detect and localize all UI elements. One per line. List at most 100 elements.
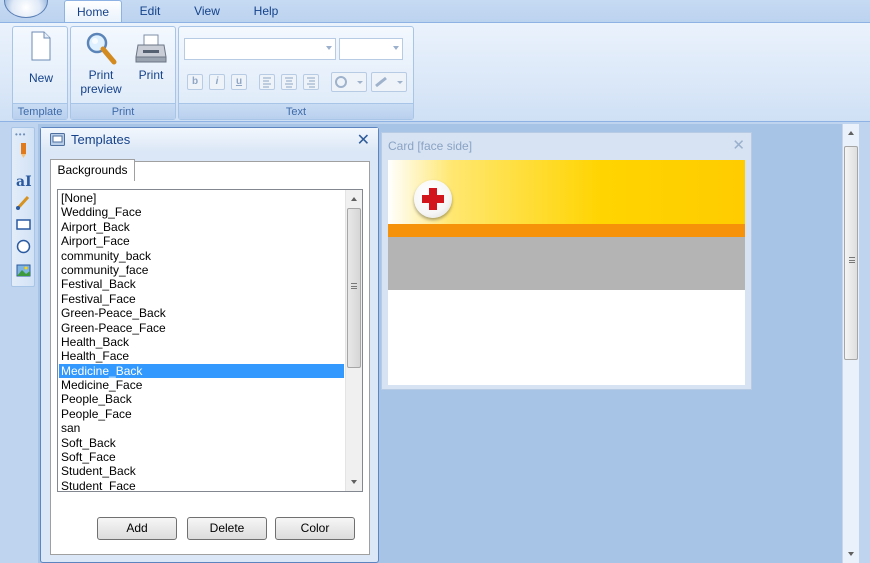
font-size-combo[interactable] (339, 38, 403, 60)
bold-button[interactable]: b (187, 74, 203, 90)
tab-edit[interactable]: Edit (128, 0, 172, 22)
svg-text:aI: aI (16, 174, 32, 189)
group-label-print: Print (71, 103, 175, 119)
close-icon[interactable]: ✕ (732, 136, 745, 154)
tab-help[interactable]: Help (244, 0, 288, 22)
printer-icon (135, 34, 167, 63)
font-color-icon (335, 76, 363, 88)
scroll-thumb[interactable] (347, 208, 361, 368)
scroll-up-button[interactable] (843, 124, 859, 142)
image-tool-icon[interactable] (15, 262, 32, 279)
list-item[interactable]: People_Back (59, 392, 344, 406)
new-button[interactable]: New (21, 31, 61, 85)
pencil-tool-icon[interactable] (15, 142, 32, 159)
align-right-icon (307, 77, 315, 88)
arrow-down-icon (848, 552, 854, 556)
list-item[interactable]: Medicine_Back (59, 363, 344, 379)
templates-panel: Templates ✕ Backgrounds [None] Wedding_Fa… (40, 127, 379, 563)
chevron-down-icon (393, 46, 399, 50)
list-item[interactable]: Festival_Back (59, 277, 344, 291)
print-button[interactable]: Print (129, 31, 173, 82)
ribbon-group-print: Print preview Print Print (70, 26, 176, 120)
close-icon[interactable]: ✕ (357, 130, 370, 150)
scroll-down-button[interactable] (843, 545, 859, 563)
card-preview[interactable] (388, 160, 745, 385)
grip-icon (351, 283, 357, 289)
workspace-scrollbar[interactable] (842, 124, 859, 563)
color-button[interactable]: Color (275, 517, 355, 540)
align-left-button[interactable] (259, 74, 275, 90)
print-preview-button[interactable]: Print preview (75, 31, 127, 96)
backgrounds-list-items: [None] Wedding_Face Airport_Back Airport_Fa… (59, 191, 344, 491)
fill-color-dropdown[interactable] (371, 72, 407, 92)
line-tool-icon[interactable] (15, 194, 32, 211)
tab-home[interactable]: Home (64, 0, 122, 22)
scroll-up-button[interactable] (346, 190, 362, 207)
list-item[interactable]: Student_Back (59, 464, 344, 478)
list-item[interactable]: Green-Peace_Face (59, 321, 344, 335)
grip-icon (849, 257, 855, 263)
arrow-down-icon (351, 480, 357, 484)
templates-panel-title: Templates (71, 132, 131, 147)
align-center-button[interactable] (281, 74, 297, 90)
medical-cross-icon (414, 180, 452, 218)
ellipse-tool-icon[interactable] (15, 238, 32, 255)
list-item[interactable]: Festival_Face (59, 292, 344, 306)
list-item[interactable]: Student_Face (59, 479, 344, 491)
ribbon-group-template: New Template (12, 26, 68, 120)
list-item[interactable]: Airport_Back (59, 220, 344, 234)
list-item[interactable]: Soft_Face (59, 450, 344, 464)
list-item[interactable]: community_face (59, 263, 344, 277)
list-item[interactable]: Soft_Back (59, 436, 344, 450)
arrow-up-icon (848, 131, 854, 135)
templates-icon (50, 133, 65, 146)
print-preview-label-2: preview (80, 82, 122, 96)
list-item[interactable]: People_Face (59, 407, 344, 421)
app-orb-icon[interactable] (4, 0, 48, 18)
align-right-button[interactable] (303, 74, 319, 90)
group-label-template: Template (13, 103, 67, 119)
list-item[interactable]: Health_Face (59, 349, 344, 363)
list-scrollbar[interactable] (345, 190, 362, 491)
text-color-dropdown[interactable] (331, 72, 367, 92)
italic-button[interactable]: i (209, 74, 225, 90)
window-edge (859, 124, 870, 563)
scroll-down-button[interactable] (346, 474, 362, 491)
add-button[interactable]: Add (97, 517, 177, 540)
font-family-combo[interactable] (184, 38, 336, 60)
list-item[interactable]: [None] (59, 191, 344, 205)
print-preview-label-1: Print (88, 68, 114, 82)
scroll-thumb[interactable] (844, 146, 858, 360)
card-panel: Card [face side] ✕ (381, 132, 752, 390)
list-item[interactable]: community_back (59, 249, 344, 263)
underline-button[interactable]: u (231, 74, 247, 90)
card-gray-band (388, 237, 745, 290)
card-orange-stripe (388, 224, 745, 237)
ribbon: New Template Print preview Print Print b… (0, 22, 870, 122)
card-panel-title: Card [face side] (388, 139, 473, 153)
list-item[interactable]: Medicine_Face (59, 378, 344, 392)
align-left-icon (263, 77, 271, 88)
group-label-text: Text (179, 103, 413, 119)
tab-backgrounds[interactable]: Backgrounds (50, 159, 135, 181)
ribbon-tab-bar: Home Edit View Help (0, 0, 870, 22)
align-center-icon (285, 77, 293, 88)
list-item[interactable]: Health_Back (59, 335, 344, 349)
tool-strip: ••• aI (11, 127, 35, 287)
cross-horizontal (422, 195, 444, 203)
paint-brush-icon (375, 76, 403, 88)
delete-button[interactable]: Delete (187, 517, 267, 540)
backgrounds-list[interactable]: [None] Wedding_Face Airport_Back Airport_Fa… (57, 189, 363, 492)
list-item[interactable]: Green-Peace_Back (59, 306, 344, 320)
ribbon-group-text: b i u Text (178, 26, 414, 120)
templates-panel-header: Templates ✕ (41, 128, 378, 152)
list-item[interactable]: Wedding_Face (59, 205, 344, 219)
list-item[interactable]: Airport_Face (59, 234, 344, 248)
arrow-up-icon (351, 197, 357, 201)
list-item[interactable]: san (59, 421, 344, 435)
new-document-icon (31, 31, 51, 61)
text-tool-icon[interactable]: aI (15, 172, 32, 189)
print-preview-icon (86, 32, 117, 65)
rectangle-tool-icon[interactable] (15, 216, 32, 233)
tab-view[interactable]: View (182, 0, 232, 22)
